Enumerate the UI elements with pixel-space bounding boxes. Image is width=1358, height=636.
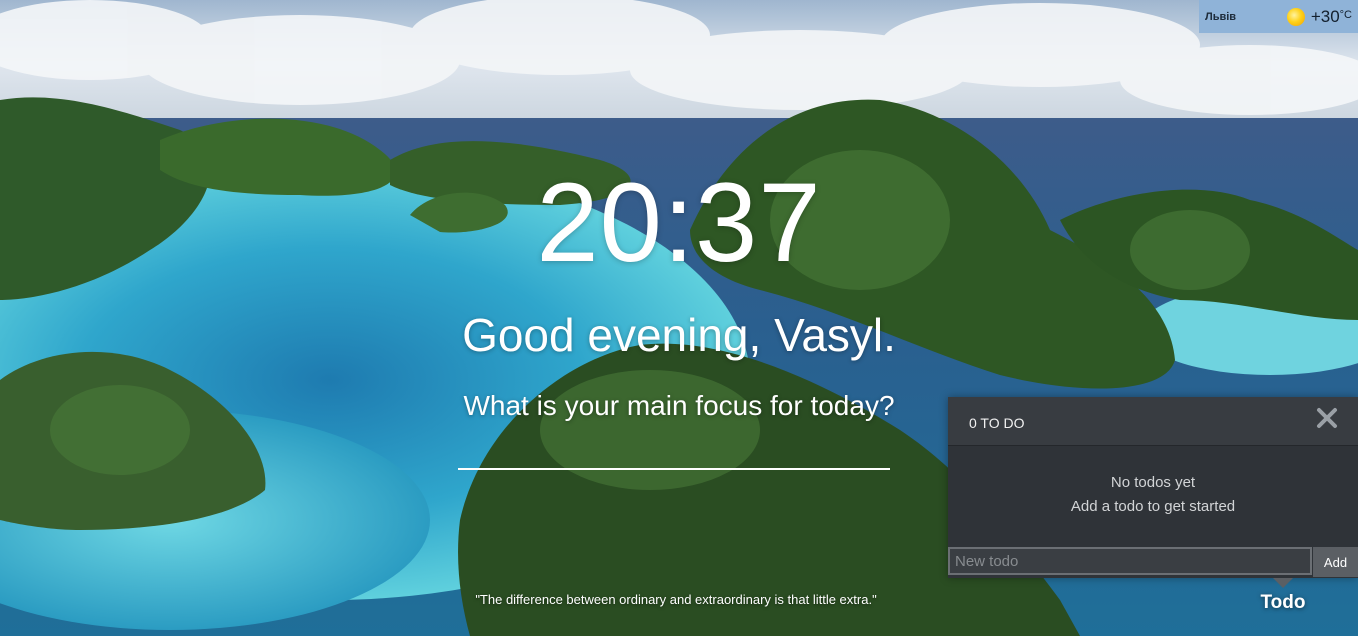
new-todo-input[interactable] [948,547,1312,575]
todo-panel: 0 TO DO No todos yet Add a todo to get s… [948,397,1358,578]
weather-temperature: +30°C [1311,7,1352,27]
close-icon[interactable] [1316,407,1338,429]
todo-header: 0 TO DO [948,397,1358,446]
sun-icon [1286,7,1305,26]
weather-widget[interactable]: Львів +30°C [1199,0,1358,33]
clock: 20:37 [536,160,822,285]
todo-panel-pointer [1273,578,1293,588]
weather-city: Львів [1205,10,1237,23]
focus-input[interactable] [458,432,890,470]
add-todo-button[interactable]: Add [1313,547,1358,577]
temperature-value: +30 [1310,6,1340,26]
greeting: Good evening, Vasyl. [462,309,896,361]
todo-empty-state: No todos yet Add a todo to get started [948,471,1358,519]
temperature-unit: °C [1339,8,1352,21]
todo-toggle-button[interactable]: Todo [1251,592,1315,614]
todo-empty-subtitle: Add a todo to get started [1070,498,1236,515]
todo-empty-title: No todos yet [1110,474,1196,491]
todo-count: 0 TO DO [969,415,1025,431]
quote[interactable]: "The difference between ordinary and ext… [0,592,1352,607]
